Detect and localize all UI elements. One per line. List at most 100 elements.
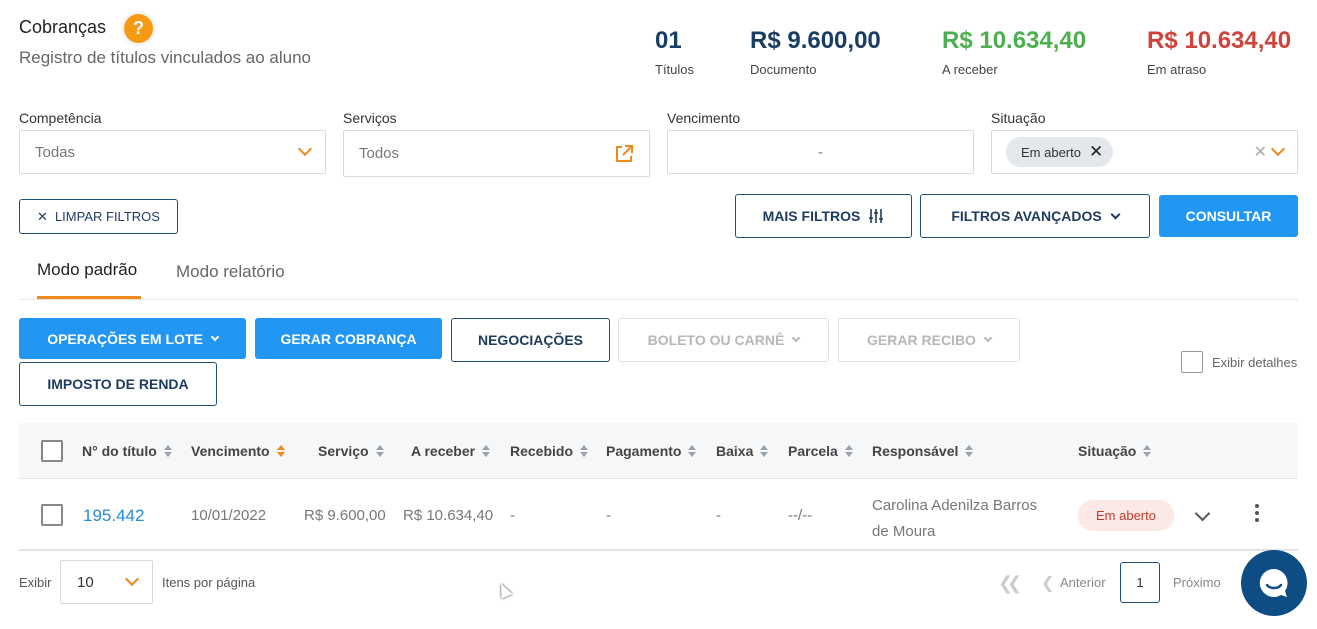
sort-icon (482, 445, 491, 457)
tab-modo-padrao[interactable]: Modo padrão (37, 260, 137, 280)
close-icon: ✕ (37, 208, 48, 224)
servicos-input[interactable]: Todos (343, 130, 650, 177)
servicos-label: Serviços (343, 110, 397, 126)
gerar-recibo-button[interactable]: GERAR RECIBO (838, 318, 1020, 362)
col-vencimento[interactable]: Vencimento (191, 443, 285, 459)
mouse-cursor-icon (495, 581, 513, 599)
external-link-icon[interactable] (614, 144, 634, 164)
boleto-carne-label: BOLETO OU CARNÊ (647, 332, 785, 348)
first-page-icon[interactable]: ❮❮ (998, 573, 1022, 594)
chevron-down-icon (792, 333, 801, 343)
per-page-select[interactable]: 10 (60, 560, 153, 604)
col-servico[interactable]: Serviço (318, 443, 384, 459)
col-a-receber[interactable]: A receber (411, 443, 491, 459)
chevron-down-icon (124, 571, 140, 587)
sort-icon (688, 445, 697, 457)
tab-modo-relatorio[interactable]: Modo relatório (176, 262, 285, 282)
prev-page-icon[interactable]: ❮ (1041, 573, 1054, 593)
more-vert-icon[interactable] (1255, 504, 1259, 522)
chevron-down-icon (983, 333, 993, 343)
exibir-detalhes-toggle[interactable]: Exibir detalhes (1181, 351, 1297, 373)
gerar-cobranca-label: GERAR COBRANÇA (280, 330, 417, 347)
chevron-down-icon (1110, 209, 1121, 219)
operacoes-lote-label: OPERAÇÕES EM LOTE (47, 330, 203, 347)
current-page-button[interactable]: 1 (1120, 562, 1160, 603)
col-situacao[interactable]: Situação (1078, 443, 1152, 459)
sort-icon (580, 445, 589, 457)
status-badge: Em aberto (1078, 500, 1174, 531)
situacao-chip[interactable]: Em aberto ✕ (1006, 137, 1114, 167)
cell-servico: R$ 9.600,00 (304, 507, 386, 524)
stat-value: 01 (655, 27, 682, 54)
col-numero[interactable]: N° do título (82, 443, 172, 459)
filtros-avancados-label: FILTROS AVANÇADOS (951, 208, 1102, 224)
stat-titulos: 01 Títulos (655, 27, 694, 77)
select-all-checkbox[interactable] (41, 440, 63, 462)
col-responsavel[interactable]: Responsável (872, 443, 974, 459)
row-checkbox[interactable] (41, 504, 63, 526)
competencia-value: Todas (35, 143, 76, 161)
proximo-button[interactable]: Próximo (1173, 575, 1221, 590)
cell-parcela: --/-- (788, 507, 813, 524)
cell-recebido: - (510, 507, 515, 524)
tab-divider (19, 299, 1298, 300)
situacao-label: Situação (991, 110, 1046, 126)
chevron-down-icon[interactable] (1270, 141, 1286, 157)
anterior-button[interactable]: Anterior (1060, 575, 1106, 590)
cell-vencimento: 10/01/2022 (191, 507, 267, 524)
chip-remove-icon[interactable]: ✕ (1089, 142, 1103, 162)
vencimento-input[interactable]: - (667, 130, 974, 174)
clear-icon[interactable]: ✕ (1254, 142, 1267, 162)
cell-a-receber: R$ 10.634,40 (403, 507, 494, 524)
page-subtitle: Registro de títulos vinculados ao aluno (19, 48, 312, 67)
exibir-detalhes-label: Exibir detalhes (1212, 354, 1298, 370)
stat-a-receber: R$ 10.634,40 A receber (942, 27, 1086, 77)
stat-value: R$ 9.600,00 (750, 27, 881, 54)
stat-label: Em atraso (1147, 62, 1207, 77)
chevron-down-icon (297, 141, 313, 157)
imposto-renda-button[interactable]: IMPOSTO DE RENDA (19, 362, 217, 406)
stat-label: Documento (750, 62, 817, 77)
col-baixa[interactable]: Baixa (716, 443, 769, 459)
stat-label: Títulos (655, 62, 695, 77)
negociacoes-button[interactable]: NEGOCIAÇÕES (451, 318, 610, 362)
exibir-detalhes-checkbox[interactable] (1181, 351, 1203, 373)
chat-button[interactable] (1241, 550, 1307, 616)
expand-row-icon[interactable] (1194, 505, 1211, 522)
competencia-select[interactable]: Todas (19, 130, 326, 174)
servicos-placeholder: Todos (359, 145, 400, 162)
consultar-button[interactable]: CONSULTAR (1159, 195, 1298, 237)
row-divider (19, 549, 1298, 551)
sliders-icon (869, 209, 884, 223)
sort-icon (375, 445, 384, 457)
sort-icon (163, 445, 172, 457)
stat-value: R$ 10.634,40 (942, 27, 1087, 54)
sort-icon (1143, 445, 1152, 457)
col-pagamento[interactable]: Pagamento (606, 443, 697, 459)
titulo-link[interactable]: 195.442 (83, 506, 144, 526)
stat-label: A receber (942, 62, 998, 77)
col-parcela[interactable]: Parcela (788, 443, 853, 459)
gerar-cobranca-button[interactable]: GERAR COBRANÇA (255, 318, 442, 359)
stat-documento: R$ 9.600,00 Documento (750, 27, 881, 77)
situacao-select[interactable]: Em aberto ✕ ✕ (991, 130, 1298, 174)
gerar-recibo-label: GERAR RECIBO (867, 332, 976, 348)
vencimento-label: Vencimento (667, 110, 741, 126)
col-recebido[interactable]: Recebido (510, 443, 589, 459)
imposto-renda-label: IMPOSTO DE RENDA (47, 376, 189, 392)
negociacoes-label: NEGOCIAÇÕES (477, 332, 583, 348)
chat-bubble-icon (1259, 568, 1288, 597)
cell-responsavel: Carolina Adenilza Barros de Moura (872, 497, 1038, 540)
operacoes-lote-button[interactable]: OPERAÇÕES EM LOTE (19, 318, 246, 359)
limpar-filtros-button[interactable]: ✕ LIMPAR FILTROS (19, 199, 178, 234)
sort-icon (965, 445, 974, 457)
cell-baixa: - (716, 507, 721, 524)
mais-filtros-button[interactable]: MAIS FILTROS (735, 194, 912, 238)
boleto-carne-button[interactable]: BOLETO OU CARNÊ (618, 318, 829, 362)
chevron-down-icon (210, 332, 220, 341)
filtros-avancados-button[interactable]: FILTROS AVANÇADOS (920, 194, 1150, 238)
help-button[interactable]: ? (121, 11, 156, 46)
exibir-label: Exibir (19, 575, 52, 590)
consultar-label: CONSULTAR (1185, 208, 1272, 224)
vencimento-value: - (818, 143, 823, 161)
